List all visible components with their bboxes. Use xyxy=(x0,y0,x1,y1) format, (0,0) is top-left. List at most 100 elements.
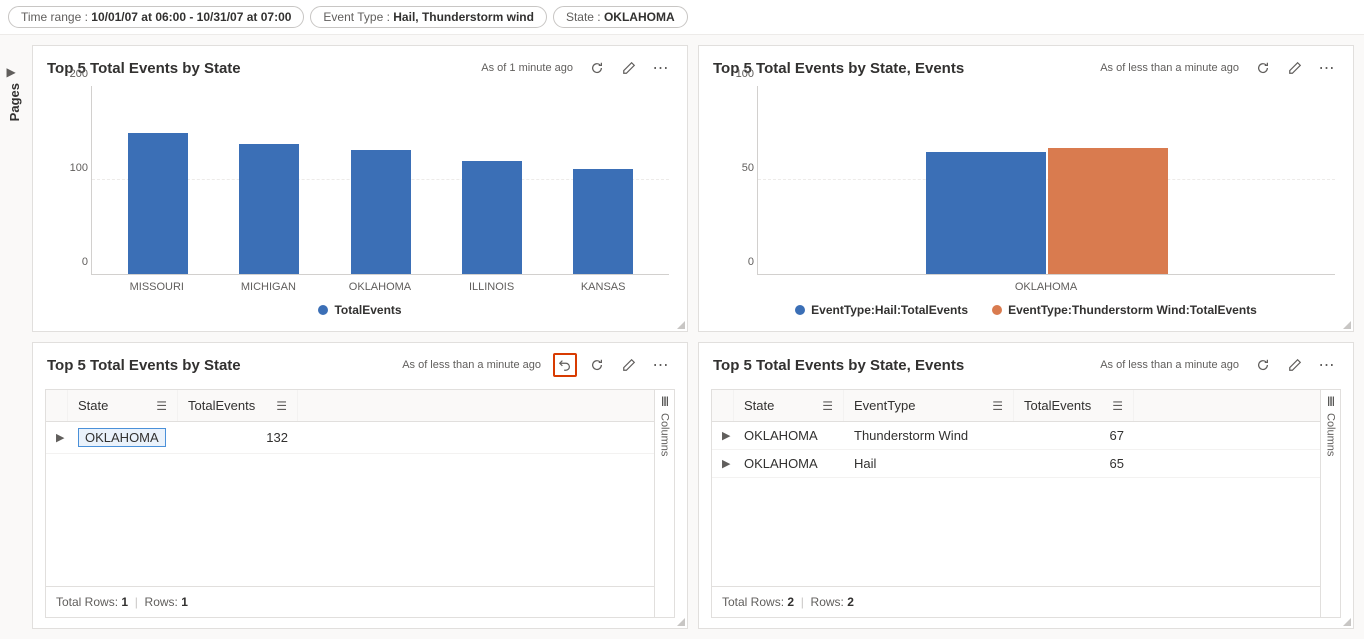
tile-top5-by-state-table: Top 5 Total Events by State As of less t… xyxy=(32,342,688,629)
table-footer: Total Rows: 2 | Rows: 2 xyxy=(712,586,1320,617)
cell-state: OKLAHOMA xyxy=(734,422,844,449)
resize-handle-icon[interactable] xyxy=(675,616,685,626)
chevron-right-icon[interactable]: ▶ xyxy=(7,65,22,79)
bar-thunderstorm[interactable] xyxy=(1048,148,1168,274)
tile-title: Top 5 Total Events by State xyxy=(47,357,394,374)
tile-top5-by-state-events-table: Top 5 Total Events by State, Events As o… xyxy=(698,342,1354,629)
tile-top5-by-state-chart: Top 5 Total Events by State As of 1 minu… xyxy=(32,45,688,332)
tile-title: Top 5 Total Events by State, Events xyxy=(713,60,1092,77)
pages-rail[interactable]: ▶ Pages xyxy=(0,35,28,639)
column-menu-icon[interactable]: ☰ xyxy=(276,399,287,413)
legend-label: EventType:Thunderstorm Wind:TotalEvents xyxy=(1008,303,1257,317)
tile-title: Top 5 Total Events by State xyxy=(47,60,473,77)
filter-time-range[interactable]: Time range : 10/01/07 at 06:00 - 10/31/0… xyxy=(8,6,304,28)
bar[interactable] xyxy=(128,133,188,274)
filter-label: Event Type : xyxy=(323,10,390,24)
cell-totalevents: 67 xyxy=(1014,422,1134,449)
column-menu-icon[interactable]: ☰ xyxy=(822,399,833,413)
edit-icon[interactable] xyxy=(617,353,641,377)
legend-label: TotalEvents xyxy=(334,303,401,317)
chart-plot[interactable]: 0 100 200 xyxy=(91,86,669,275)
refresh-icon[interactable] xyxy=(1251,56,1275,80)
xlabel: OKLAHOMA xyxy=(324,281,436,293)
ytick: 0 xyxy=(718,256,754,268)
columns-label: Columns xyxy=(1325,413,1337,456)
table-row[interactable]: ▶ OKLAHOMA Hail 65 xyxy=(712,450,1320,478)
column-menu-icon[interactable]: ☰ xyxy=(992,399,1003,413)
cell-eventtype: Thunderstorm Wind xyxy=(844,422,1014,449)
filter-event-type[interactable]: Event Type : Hail, Thunderstorm wind xyxy=(310,6,547,28)
bar[interactable] xyxy=(462,161,522,274)
expand-icon[interactable]: ▶ xyxy=(712,451,734,476)
table-header: State☰ TotalEvents☰ xyxy=(46,390,654,422)
cell-totalevents: 65 xyxy=(1014,450,1134,477)
refresh-icon[interactable] xyxy=(1251,353,1275,377)
xlabel: MISSOURI xyxy=(101,281,213,293)
bar[interactable] xyxy=(351,150,411,274)
xlabel: KANSAS xyxy=(547,281,659,293)
resize-handle-icon[interactable] xyxy=(1341,319,1351,329)
refresh-icon[interactable] xyxy=(585,353,609,377)
column-header-totalevents[interactable]: TotalEvents☰ xyxy=(1014,390,1134,421)
table-row[interactable]: ▶ OKLAHOMA 132 xyxy=(46,422,654,454)
cell-state[interactable]: OKLAHOMA xyxy=(78,428,166,447)
edit-icon[interactable] xyxy=(1283,56,1307,80)
ytick: 100 xyxy=(718,68,754,80)
filter-value: 10/01/07 at 06:00 - 10/31/07 at 07:00 xyxy=(91,10,291,24)
column-header-eventtype[interactable]: EventType☰ xyxy=(844,390,1014,421)
cell-state: OKLAHOMA xyxy=(734,450,844,477)
columns-icon: |||| xyxy=(661,396,667,407)
column-header-state[interactable]: State☰ xyxy=(734,390,844,421)
bar[interactable] xyxy=(573,169,633,274)
column-menu-icon[interactable]: ☰ xyxy=(156,399,167,413)
more-icon[interactable]: ⋯ xyxy=(1315,355,1339,375)
pages-label: Pages xyxy=(7,83,22,121)
resize-handle-icon[interactable] xyxy=(1341,616,1351,626)
tile-asof: As of less than a minute ago xyxy=(1100,62,1239,74)
legend-dot-icon xyxy=(795,305,805,315)
ytick: 50 xyxy=(718,162,754,174)
tile-top5-by-state-events-chart: Top 5 Total Events by State, Events As o… xyxy=(698,45,1354,332)
cell-totalevents: 132 xyxy=(178,424,298,451)
resize-handle-icon[interactable] xyxy=(675,319,685,329)
xlabel: OKLAHOMA xyxy=(767,281,1325,293)
xlabel: MICHIGAN xyxy=(213,281,325,293)
table-footer: Total Rows: 1 | Rows: 1 xyxy=(46,586,654,617)
bar-hail[interactable] xyxy=(926,152,1046,274)
bar[interactable] xyxy=(239,144,299,274)
legend-item[interactable]: EventType:Thunderstorm Wind:TotalEvents xyxy=(992,303,1257,317)
chart-plot[interactable]: 0 50 100 xyxy=(757,86,1335,275)
more-icon[interactable]: ⋯ xyxy=(1315,58,1339,78)
more-icon[interactable]: ⋯ xyxy=(649,58,673,78)
legend-item[interactable]: TotalEvents xyxy=(318,303,401,317)
more-icon[interactable]: ⋯ xyxy=(649,355,673,375)
legend-dot-icon xyxy=(992,305,1002,315)
tile-title: Top 5 Total Events by State, Events xyxy=(713,357,1092,374)
refresh-icon[interactable] xyxy=(585,56,609,80)
legend-item[interactable]: EventType:Hail:TotalEvents xyxy=(795,303,968,317)
legend-dot-icon xyxy=(318,305,328,315)
edit-icon[interactable] xyxy=(617,56,641,80)
column-header-state[interactable]: State☰ xyxy=(68,390,178,421)
filters-bar: Time range : 10/01/07 at 06:00 - 10/31/0… xyxy=(0,0,1364,35)
tile-asof: As of 1 minute ago xyxy=(481,62,573,74)
expand-icon[interactable]: ▶ xyxy=(46,425,68,450)
columns-label: Columns xyxy=(659,413,671,456)
column-header-totalevents[interactable]: TotalEvents☰ xyxy=(178,390,298,421)
expand-icon[interactable]: ▶ xyxy=(712,423,734,448)
edit-icon[interactable] xyxy=(1283,353,1307,377)
table-row[interactable]: ▶ OKLAHOMA Thunderstorm Wind 67 xyxy=(712,422,1320,450)
cell-eventtype: Hail xyxy=(844,450,1014,477)
filter-state[interactable]: State : OKLAHOMA xyxy=(553,6,688,28)
ytick: 200 xyxy=(52,68,88,80)
tile-asof: As of less than a minute ago xyxy=(402,359,541,371)
column-menu-icon[interactable]: ☰ xyxy=(1112,399,1123,413)
tile-asof: As of less than a minute ago xyxy=(1100,359,1239,371)
columns-icon: |||| xyxy=(1327,396,1333,407)
undo-icon[interactable] xyxy=(553,353,577,377)
columns-panel-toggle[interactable]: |||| Columns xyxy=(654,390,674,617)
columns-panel-toggle[interactable]: |||| Columns xyxy=(1320,390,1340,617)
ytick: 0 xyxy=(52,256,88,268)
filter-label: Time range : xyxy=(21,10,88,24)
table-header: State☰ EventType☰ TotalEvents☰ xyxy=(712,390,1320,422)
